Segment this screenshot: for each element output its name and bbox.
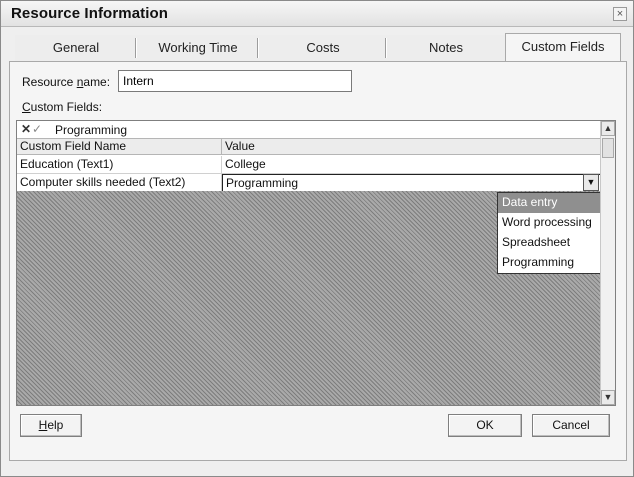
tab-strip: General Working Time Costs Notes Custom … xyxy=(15,33,621,62)
dialog-title: Resource Information xyxy=(11,5,169,22)
value-dropdown-list: Data entry Word processing Spreadsheet P… xyxy=(497,192,601,274)
dropdown-option[interactable]: Word processing xyxy=(498,213,600,233)
scroll-down-arrow-icon[interactable]: ▼ xyxy=(601,390,615,405)
table-cell-field-name[interactable]: Computer skills needed (Text2) xyxy=(17,174,222,192)
tab-label: Notes xyxy=(429,40,463,55)
vertical-scrollbar[interactable]: ▲ ▼ xyxy=(600,121,615,405)
enter-entry-icon[interactable]: ✓ xyxy=(32,122,42,136)
table-cell-value[interactable]: College xyxy=(222,156,601,174)
tab-label: Costs xyxy=(306,40,340,55)
table-cell-field-name[interactable]: Education (Text1) xyxy=(17,156,222,174)
column-header-custom-field-name: Custom Field Name xyxy=(17,139,222,155)
dropdown-option[interactable]: Data entry xyxy=(498,193,600,213)
table-cell-value-editing[interactable]: Programming xyxy=(222,174,601,192)
dropdown-option[interactable]: Programming xyxy=(498,253,600,273)
cancel-entry-icon[interactable]: ✕ xyxy=(21,122,31,136)
entry-bar-value[interactable]: Programming xyxy=(55,123,127,137)
tab-general[interactable]: General xyxy=(15,35,137,61)
tab-notes[interactable]: Notes xyxy=(387,35,505,61)
column-header-value: Value xyxy=(222,139,601,155)
scrollbar-thumb[interactable] xyxy=(602,138,614,158)
dropdown-arrow-icon[interactable]: ▼ xyxy=(583,174,599,191)
resource-name-label: Resource name: xyxy=(22,75,111,89)
tab-label: Custom Fields xyxy=(521,39,605,54)
scroll-up-arrow-icon[interactable]: ▲ xyxy=(601,121,615,136)
close-icon[interactable]: × xyxy=(613,7,627,21)
resource-name-input[interactable] xyxy=(118,70,352,92)
help-button[interactable]: Help xyxy=(20,414,82,437)
entry-bar: ✕ ✓ Programming xyxy=(17,121,601,139)
ok-button[interactable]: OK xyxy=(448,414,522,437)
cancel-button[interactable]: Cancel xyxy=(532,414,610,437)
tab-custom-fields[interactable]: Custom Fields xyxy=(505,33,621,62)
custom-fields-grid: ✕ ✓ Programming Custom Field Name Value … xyxy=(16,120,616,406)
tab-label: General xyxy=(52,40,100,55)
tab-label: Working Time xyxy=(158,40,238,55)
tab-costs[interactable]: Costs xyxy=(259,35,387,61)
resource-information-dialog: Resource Information × General Working T… xyxy=(0,0,634,477)
tab-working-time[interactable]: Working Time xyxy=(137,35,259,61)
dropdown-option[interactable]: Spreadsheet xyxy=(498,233,600,253)
title-bar: Resource Information × xyxy=(1,1,633,27)
custom-fields-panel: Resource name: Custom Fields: ✕ ✓ Progra… xyxy=(9,61,627,461)
custom-fields-label: Custom Fields: xyxy=(22,100,103,114)
